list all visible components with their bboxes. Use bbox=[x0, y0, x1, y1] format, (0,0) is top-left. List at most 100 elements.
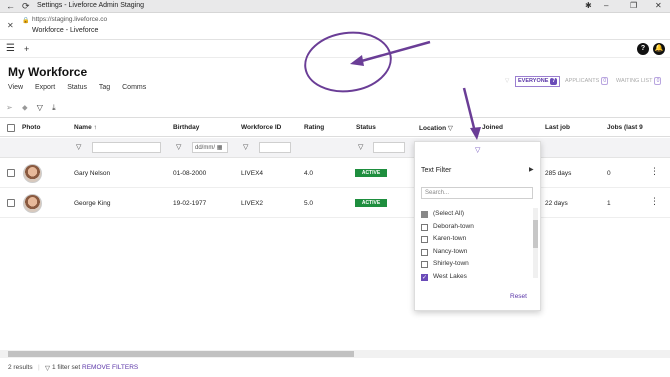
row-menu-icon[interactable]: ⋮ bbox=[650, 196, 659, 207]
status-badge: ACTIVE bbox=[355, 169, 387, 177]
col-rating[interactable]: Rating bbox=[304, 124, 324, 131]
option-label: (Select All) bbox=[433, 210, 465, 217]
col-birthday[interactable]: Birthday bbox=[173, 124, 199, 131]
col-joined[interactable]: Joined bbox=[482, 124, 503, 131]
calendar-icon[interactable]: ▦ bbox=[217, 145, 223, 151]
window-title: Settings - Liveforce Admin Staging bbox=[37, 2, 145, 9]
horizontal-scrollbar-thumb[interactable] bbox=[8, 351, 354, 357]
add-icon[interactable]: + bbox=[24, 44, 29, 54]
row-menu-icon[interactable]: ⋮ bbox=[650, 166, 659, 177]
menu-view[interactable]: View bbox=[8, 84, 23, 91]
close-window-button[interactable]: ✕ bbox=[655, 1, 662, 10]
option-checkbox[interactable] bbox=[421, 248, 428, 256]
cell-birthday: 01-08-2000 bbox=[173, 170, 207, 177]
help-button[interactable]: ? bbox=[637, 43, 649, 55]
page-tab-title: Workforce - Liveforce bbox=[32, 27, 99, 34]
col-jobs[interactable]: Jobs (last 9 bbox=[607, 124, 643, 131]
send-icon[interactable]: ➢ bbox=[6, 103, 13, 112]
avatar bbox=[23, 164, 42, 183]
cell-last-job: 22 days bbox=[545, 200, 568, 207]
tab-applicants-count: 0 bbox=[601, 77, 609, 85]
menu-comms[interactable]: Comms bbox=[122, 84, 146, 91]
filter-option[interactable]: Shirley-town bbox=[421, 259, 531, 272]
url-text[interactable]: https://staging.liveforce.co bbox=[32, 16, 107, 23]
birthday-filter-input[interactable]: dd/mm/ ▦ bbox=[192, 142, 228, 153]
status-filter-icon[interactable]: ▽ bbox=[358, 143, 363, 151]
option-checkbox-checked[interactable]: ✓ bbox=[421, 273, 428, 281]
horizontal-scrollbar[interactable] bbox=[0, 350, 670, 358]
page-title: My Workforce bbox=[8, 65, 88, 79]
row-checkbox[interactable] bbox=[7, 199, 15, 207]
table-header: Photo Name ↑ Birthday Workforce ID Ratin… bbox=[0, 117, 670, 137]
id-filter-icon[interactable]: ▽ bbox=[243, 143, 248, 151]
cell-rating: 5.0 bbox=[304, 200, 314, 207]
name-filter-input[interactable] bbox=[92, 142, 161, 153]
filter-option[interactable]: ✓ West Lakes bbox=[421, 272, 531, 285]
cell-name[interactable]: George King bbox=[74, 200, 111, 207]
text-filter-option[interactable]: Text Filter bbox=[421, 167, 451, 174]
minimize-button[interactable]: – bbox=[604, 1, 608, 10]
col-location-label: Location bbox=[419, 125, 447, 132]
option-label: Deborah-town bbox=[433, 222, 474, 230]
option-label: Shirley-town bbox=[433, 260, 469, 267]
col-name[interactable]: Name ↑ bbox=[74, 124, 97, 131]
remove-filters-link[interactable]: REMOVE FILTERS bbox=[82, 364, 138, 371]
filter-option-select-all[interactable]: (Select All) bbox=[421, 209, 531, 222]
active-filter-icon[interactable]: ▽ bbox=[475, 146, 480, 154]
menu-export[interactable]: Export bbox=[35, 84, 55, 91]
option-checkbox[interactable] bbox=[421, 261, 428, 268]
tab-waiting-list-label: WAITING LIST bbox=[616, 78, 653, 84]
col-location[interactable]: Location ▽ bbox=[419, 124, 453, 132]
results-count: 2 results bbox=[8, 364, 33, 371]
select-all-checkbox[interactable] bbox=[7, 124, 15, 132]
col-status[interactable]: Status bbox=[356, 124, 376, 131]
col-workforce-id[interactable]: Workforce ID bbox=[241, 124, 281, 131]
filter-option[interactable]: Nancy-town bbox=[421, 247, 531, 260]
location-filter-icon[interactable]: ▽ bbox=[448, 125, 453, 132]
reset-button[interactable]: Reset bbox=[510, 293, 527, 300]
birthday-placeholder: dd/mm/ bbox=[195, 145, 216, 151]
filter-set-icon: ▽ bbox=[45, 365, 50, 372]
filter-option[interactable]: Deborah-town bbox=[421, 222, 531, 235]
option-label: West Lakes bbox=[433, 272, 467, 280]
back-arrow-icon[interactable]: ← bbox=[6, 1, 15, 11]
tab-waiting-list[interactable]: WAITING LIST 0 bbox=[616, 76, 662, 87]
options-scrollbar[interactable] bbox=[533, 208, 538, 278]
refresh-icon[interactable]: ⟳ bbox=[22, 1, 30, 12]
menu-status[interactable]: Status bbox=[67, 84, 87, 91]
menu-tag[interactable]: Tag bbox=[99, 84, 110, 91]
restore-button[interactable]: ❐ bbox=[630, 1, 637, 10]
cell-jobs: 0 bbox=[607, 170, 611, 177]
cell-name[interactable]: Gary Nelson bbox=[74, 170, 110, 177]
filter-option[interactable]: Karen-town bbox=[421, 234, 531, 247]
name-filter-icon[interactable]: ▽ bbox=[76, 143, 81, 151]
tab-applicants[interactable]: APPLICANTS 0 bbox=[565, 76, 609, 87]
hamburger-menu-icon[interactable]: ☰ bbox=[6, 43, 15, 54]
option-checkbox[interactable] bbox=[421, 211, 428, 218]
col-last-job[interactable]: Last job bbox=[545, 124, 570, 131]
notifications-bell-icon[interactable]: 🔔 bbox=[653, 43, 665, 55]
row-checkbox[interactable] bbox=[7, 169, 15, 177]
browser-title-bar: ← ⟳ Settings - Liveforce Admin Staging ✱… bbox=[0, 0, 670, 13]
table-row[interactable]: Gary Nelson 01-08-2000 LIVEX4 4.0 ACTIVE… bbox=[0, 159, 670, 188]
tag-icon[interactable]: ⬥ bbox=[22, 103, 28, 112]
option-checkbox[interactable] bbox=[421, 236, 428, 243]
extensions-icon[interactable]: ✱ bbox=[585, 1, 592, 10]
chevron-right-icon[interactable]: ▶ bbox=[529, 166, 534, 173]
filter-search-input[interactable]: Search... bbox=[421, 187, 533, 199]
option-checkbox[interactable] bbox=[421, 223, 428, 231]
close-tab-icon[interactable]: ✕ bbox=[7, 21, 14, 30]
table-toolbar: ➢ ⬥ ▽ ⤓ bbox=[6, 103, 63, 113]
tab-everyone-count: 7 bbox=[550, 78, 558, 85]
filter-icon[interactable]: ▽ bbox=[37, 103, 43, 112]
lock-icon: 🔒 bbox=[22, 18, 30, 24]
table-row[interactable]: George King 19-02-1977 LIVEX2 5.0 ACTIVE… bbox=[0, 189, 670, 218]
id-filter-input[interactable] bbox=[259, 142, 291, 153]
location-filter-popup: ▽ Text Filter ▶ Search... (Select All) D… bbox=[414, 141, 541, 311]
cell-workforce-id: LIVEX2 bbox=[241, 200, 264, 207]
birthday-filter-icon[interactable]: ▽ bbox=[176, 143, 181, 151]
tab-everyone[interactable]: EVERYONE 7 bbox=[515, 76, 561, 87]
scrollbar-thumb[interactable] bbox=[533, 220, 538, 248]
download-icon[interactable]: ⤓ bbox=[52, 103, 56, 112]
status-filter-input[interactable] bbox=[373, 142, 405, 153]
